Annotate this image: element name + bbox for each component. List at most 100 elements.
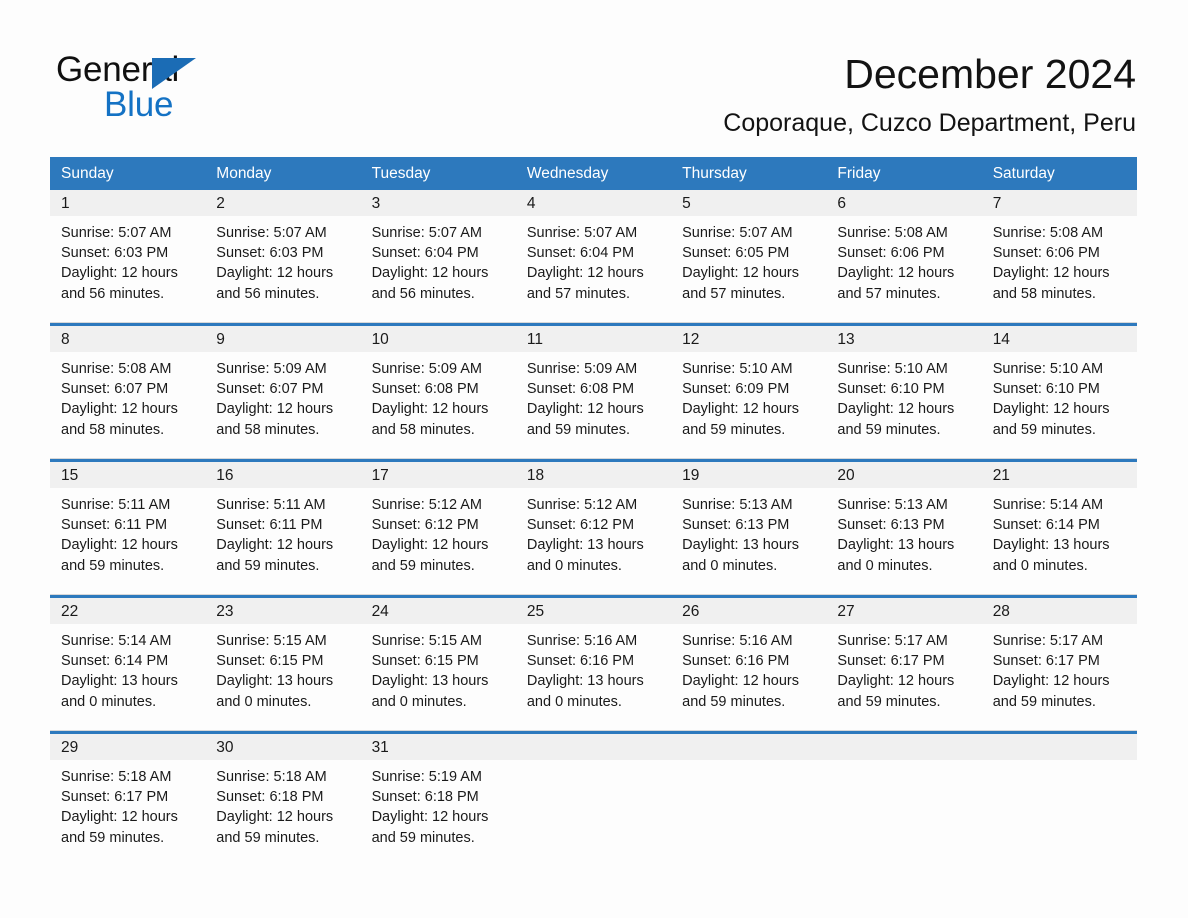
day-cell-empty <box>516 760 671 866</box>
sunrise-text: Sunrise: 5:11 AM <box>216 497 326 513</box>
day-cell[interactable]: Sunrise: 5:12 AM Sunset: 6:12 PM Daylight:… <box>361 488 516 594</box>
sunset-text: Sunset: 6:04 PM <box>526 245 635 262</box>
day-cell[interactable]: Sunrise: 5:07 AM Sunset: 6:03 PM Daylight:… <box>50 216 205 322</box>
day-number[interactable]: 7 <box>982 190 1137 216</box>
day-number[interactable]: 31 <box>361 734 516 760</box>
day-cell[interactable]: Sunrise: 5:07 AM Sunset: 6:03 PM Daylight:… <box>205 216 360 322</box>
day-number[interactable]: 23 <box>205 598 360 624</box>
day-number[interactable]: 8 <box>50 326 205 352</box>
day-number[interactable]: 18 <box>516 462 671 488</box>
day-cell[interactable]: Sunrise: 5:17 AM Sunset: 6:17 PM Daylight:… <box>982 624 1137 730</box>
sunset-text: Sunset: 6:08 PM <box>371 381 479 398</box>
sunset-text: Sunset: 6:09 PM <box>682 381 790 398</box>
weekday-header-friday: Friday <box>837 165 881 182</box>
calendar-page: General Blue December 2024 Coporaque, Cu… <box>0 0 1188 918</box>
day-cell[interactable]: Sunrise: 5:07 AM Sunset: 6:04 PM Daylight:… <box>361 216 516 322</box>
day-cell[interactable]: Sunrise: 5:13 AM Sunset: 6:13 PM Daylight:… <box>826 488 981 594</box>
sunrise-text: Sunrise: 5:13 AM <box>682 497 793 513</box>
sunrise-text: Sunrise: 5:10 AM <box>837 361 948 377</box>
day-number[interactable]: 15 <box>50 462 205 488</box>
day-number[interactable]: 1 <box>50 190 205 216</box>
sunset-text: Sunset: 6:10 PM <box>837 381 945 398</box>
day-cell[interactable]: Sunrise: 5:09 AM Sunset: 6:08 PM Daylight:… <box>361 352 516 458</box>
day-number[interactable]: 24 <box>361 598 516 624</box>
week-date-band: 1234567 <box>50 190 1137 216</box>
day-number[interactable]: 16 <box>205 462 360 488</box>
day-number[interactable]: 3 <box>361 190 516 216</box>
day-number[interactable]: 10 <box>361 326 516 352</box>
sunrise-text: Sunrise: 5:18 AM <box>61 769 172 785</box>
day-cell[interactable]: Sunrise: 5:11 AM Sunset: 6:11 PM Daylight:… <box>50 488 205 594</box>
day-cell[interactable]: Sunrise: 5:10 AM Sunset: 6:10 PM Daylight:… <box>826 352 981 458</box>
day-number[interactable]: 19 <box>671 462 826 488</box>
day-cell[interactable]: Sunrise: 5:17 AM Sunset: 6:17 PM Daylight:… <box>826 624 981 730</box>
day-number[interactable]: 26 <box>671 598 826 624</box>
daylight-text: Daylight: 12 hours and 58 minutes. <box>61 401 178 438</box>
day-cell[interactable]: Sunrise: 5:08 AM Sunset: 6:06 PM Daylight:… <box>826 216 981 322</box>
day-cell[interactable]: Sunrise: 5:07 AM Sunset: 6:04 PM Daylight:… <box>516 216 671 322</box>
day-cell-empty <box>671 760 826 866</box>
day-number[interactable]: 17 <box>361 462 516 488</box>
day-cell[interactable]: Sunrise: 5:08 AM Sunset: 6:06 PM Daylight:… <box>982 216 1137 322</box>
sunset-text: Sunset: 6:12 PM <box>526 517 635 534</box>
sunrise-text: Sunrise: 5:09 AM <box>526 361 638 377</box>
sunset-text: Sunset: 6:18 PM <box>371 789 479 806</box>
sunset-text: Sunset: 6:04 PM <box>371 245 479 262</box>
daylight-text: Daylight: 12 hours and 58 minutes. <box>216 401 334 438</box>
day-cell[interactable]: Sunrise: 5:14 AM Sunset: 6:14 PM Daylight:… <box>982 488 1137 594</box>
day-number[interactable]: 20 <box>826 462 981 488</box>
day-cell[interactable]: Sunrise: 5:16 AM Sunset: 6:16 PM Daylight:… <box>671 624 826 730</box>
day-number[interactable]: 4 <box>516 190 671 216</box>
day-number[interactable]: 30 <box>205 734 360 760</box>
daylight-text: Daylight: 13 hours and 0 minutes. <box>992 537 1110 574</box>
day-cell[interactable]: Sunrise: 5:19 AM Sunset: 6:18 PM Daylight:… <box>361 760 516 866</box>
general-blue-logo[interactable]: General Blue <box>56 50 396 130</box>
day-number[interactable]: 21 <box>982 462 1137 488</box>
day-cell[interactable]: Sunrise: 5:09 AM Sunset: 6:08 PM Daylight:… <box>516 352 671 458</box>
sunrise-text: Sunrise: 5:12 AM <box>371 497 482 513</box>
day-cell[interactable]: Sunrise: 5:12 AM Sunset: 6:12 PM Daylight:… <box>516 488 671 594</box>
day-number[interactable]: 9 <box>205 326 360 352</box>
sunrise-text: Sunrise: 5:08 AM <box>837 225 948 241</box>
sunrise-sunset-calendar: Sunday Monday Tuesday Wednesday Thursday Frid… <box>50 157 1137 866</box>
weekday-header-thursday: Thursday <box>682 165 747 182</box>
sunset-text: Sunset: 6:14 PM <box>61 653 169 670</box>
day-cell[interactable]: Sunrise: 5:15 AM Sunset: 6:15 PM Daylight:… <box>205 624 360 730</box>
daylight-text: Daylight: 12 hours and 59 minutes. <box>371 809 489 846</box>
day-number[interactable]: 2 <box>205 190 360 216</box>
day-number[interactable]: 27 <box>826 598 981 624</box>
day-number[interactable]: 6 <box>826 190 981 216</box>
day-cell[interactable]: Sunrise: 5:10 AM Sunset: 6:10 PM Daylight:… <box>982 352 1137 458</box>
daylight-text: Daylight: 12 hours and 57 minutes. <box>837 265 955 302</box>
day-number[interactable]: 29 <box>50 734 205 760</box>
day-number[interactable]: 28 <box>982 598 1137 624</box>
day-cell[interactable]: Sunrise: 5:08 AM Sunset: 6:07 PM Daylight:… <box>50 352 205 458</box>
day-number[interactable]: 11 <box>516 326 671 352</box>
sunset-text: Sunset: 6:12 PM <box>371 517 479 534</box>
day-number[interactable]: 14 <box>982 326 1137 352</box>
sunrise-text: Sunrise: 5:07 AM <box>682 225 793 241</box>
sunset-text: Sunset: 6:07 PM <box>61 381 169 398</box>
day-cell[interactable]: Sunrise: 5:16 AM Sunset: 6:16 PM Daylight:… <box>516 624 671 730</box>
week-date-band: 29 30 31 <box>50 734 1137 760</box>
day-number[interactable]: 22 <box>50 598 205 624</box>
week-date-band: 8 9 10 11 12 13 14 <box>50 326 1137 352</box>
day-number[interactable]: 5 <box>671 190 826 216</box>
day-cell[interactable]: Sunrise: 5:18 AM Sunset: 6:17 PM Daylight:… <box>50 760 205 866</box>
daylight-text: Daylight: 12 hours and 59 minutes. <box>837 673 955 710</box>
sunset-text: Sunset: 6:10 PM <box>992 381 1100 398</box>
day-number[interactable]: 25 <box>516 598 671 624</box>
day-cell[interactable]: Sunrise: 5:10 AM Sunset: 6:09 PM Daylight:… <box>671 352 826 458</box>
sunrise-text: Sunrise: 5:14 AM <box>992 497 1104 513</box>
day-cell[interactable]: Sunrise: 5:18 AM Sunset: 6:18 PM Daylight:… <box>205 760 360 866</box>
day-cell[interactable]: Sunrise: 5:07 AM Sunset: 6:05 PM Daylight:… <box>671 216 826 322</box>
sunset-text: Sunset: 6:17 PM <box>61 789 169 806</box>
day-cell[interactable]: Sunrise: 5:14 AM Sunset: 6:14 PM Daylight:… <box>50 624 205 730</box>
day-cell[interactable]: Sunrise: 5:09 AM Sunset: 6:07 PM Daylight:… <box>205 352 360 458</box>
sunrise-text: Sunrise: 5:07 AM <box>216 225 327 241</box>
day-number[interactable]: 13 <box>826 326 981 352</box>
day-cell[interactable]: Sunrise: 5:15 AM Sunset: 6:15 PM Daylight:… <box>361 624 516 730</box>
day-cell[interactable]: Sunrise: 5:11 AM Sunset: 6:11 PM Daylight:… <box>205 488 360 594</box>
day-cell[interactable]: Sunrise: 5:13 AM Sunset: 6:13 PM Daylight:… <box>671 488 826 594</box>
day-number[interactable]: 12 <box>671 326 826 352</box>
